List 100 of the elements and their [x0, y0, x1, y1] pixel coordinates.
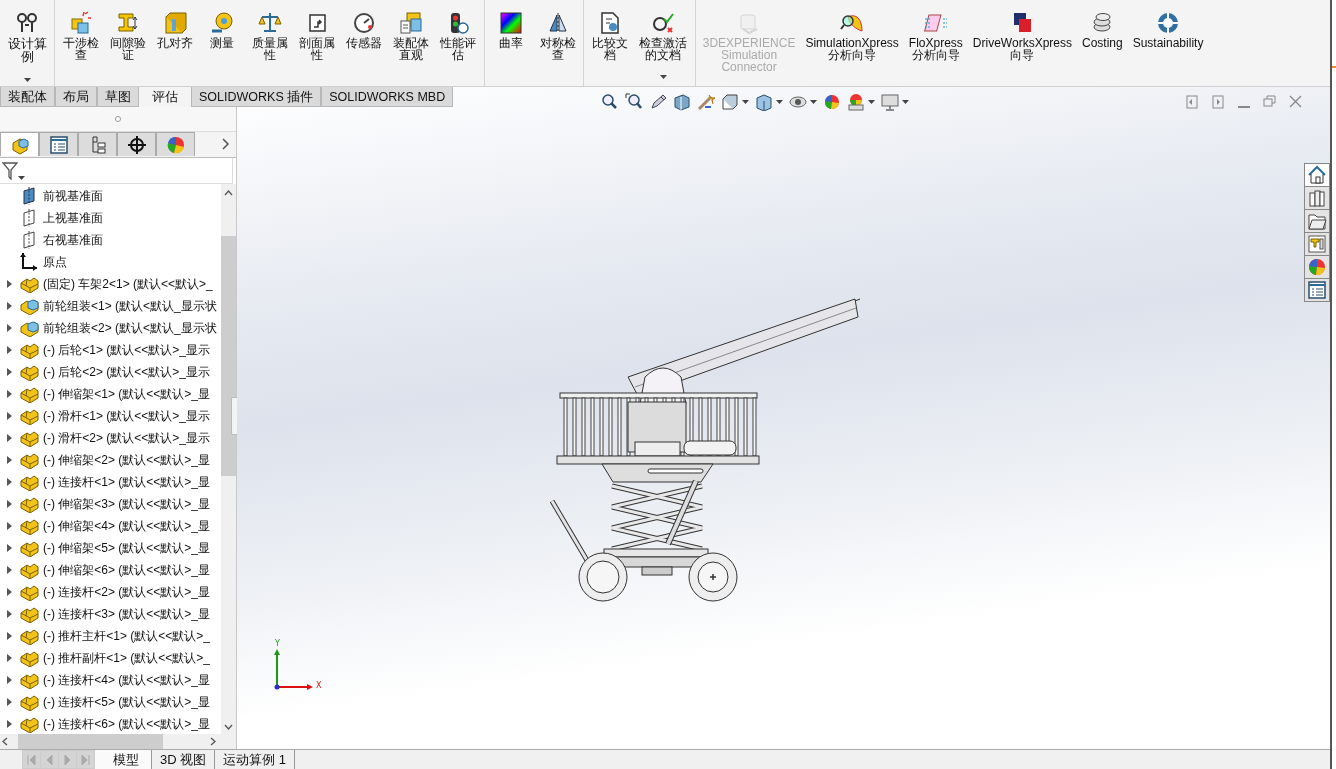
flow-button[interactable]: FloXpress分析向导 — [904, 8, 967, 86]
scroll-right-icon[interactable] — [210, 737, 216, 747]
mirror-button[interactable]: 对称检查 — [535, 8, 581, 86]
expand-arrow-icon[interactable] — [6, 346, 12, 355]
color-gradient-button[interactable]: 曲率 — [488, 8, 534, 86]
filter-button[interactable] — [2, 161, 25, 180]
previous-view-button[interactable] — [1186, 95, 1199, 110]
crosshair-tab[interactable] — [117, 132, 156, 157]
books-tab[interactable] — [1304, 186, 1330, 210]
tree-item[interactable]: 右视基准面 — [0, 229, 221, 252]
expand-arrow-icon[interactable] — [6, 368, 12, 377]
list-tab[interactable] — [39, 132, 78, 157]
traffic-light-button[interactable]: 性能评估 — [435, 8, 481, 86]
expand-arrow-icon[interactable] — [6, 544, 12, 553]
coins-button[interactable]: Costing — [1078, 8, 1127, 86]
expand-arrow-icon[interactable] — [6, 720, 12, 729]
expand-arrow-icon[interactable] — [6, 676, 12, 685]
tree-item[interactable]: (-) 伸缩架<3> (默认<<默认>_显 — [0, 493, 221, 516]
expand-arrow-icon[interactable] — [6, 478, 12, 487]
tape-measure-button[interactable]: 测量 — [199, 8, 246, 86]
expand-arrow-icon[interactable] — [6, 610, 12, 619]
palette-tab[interactable] — [1304, 232, 1330, 256]
tree-item[interactable]: (-) 连接杆<3> (默认<<默认>_显 — [0, 603, 221, 626]
expand-arrow-icon[interactable] — [6, 324, 12, 333]
scrollbar-thumb[interactable] — [18, 734, 163, 750]
scroll-down-icon[interactable] — [224, 724, 233, 731]
tree-item[interactable]: (-) 推杆副杆<1> (默认<<默认>_ — [0, 647, 221, 670]
tree-item[interactable]: 上视基准面 — [0, 207, 221, 230]
grip-dot-icon[interactable] — [115, 116, 121, 123]
recycle-button[interactable]: Sustainability — [1128, 8, 1208, 86]
gauge-button[interactable]: 传感器 — [341, 8, 387, 86]
command-tab[interactable]: 布局 — [55, 87, 97, 108]
sheet-tab[interactable]: 运动算例 1 — [215, 750, 296, 769]
tree-item[interactable]: 前轮组装<2> (默认<默认_显示状 — [0, 317, 221, 340]
view-cube-button[interactable] — [721, 93, 749, 112]
expand-arrow-icon[interactable] — [6, 302, 12, 311]
pins-button[interactable]: 设计算例 — [3, 8, 52, 86]
pencil-button[interactable] — [649, 93, 667, 112]
next-view-button[interactable] — [1212, 95, 1225, 110]
expand-arrow-icon[interactable] — [6, 434, 12, 443]
tree-item[interactable]: (-) 滑杆<1> (默认<<默认>_显示 — [0, 405, 221, 428]
list-tab[interactable] — [1304, 278, 1330, 303]
tree-item[interactable]: (-) 连接杆<1> (默认<<默认>_显 — [0, 471, 221, 494]
expand-arrow-icon[interactable] — [6, 390, 12, 399]
color-ball-tab[interactable] — [1304, 255, 1330, 279]
tree-item[interactable]: (-) 推杆主杆<1> (默认<<默认>_ — [0, 625, 221, 648]
monitor-button[interactable] — [881, 93, 909, 112]
tree-item[interactable]: (-) 后轮<1> (默认<<默认>_显示 — [0, 339, 221, 362]
command-tab[interactable]: SOLIDWORKS 插件 — [191, 87, 322, 108]
tree-item[interactable]: 前视基准面 — [0, 185, 221, 208]
block-button[interactable]: 孔对齐 — [152, 8, 198, 86]
command-tab[interactable]: 装配体 — [0, 87, 55, 108]
beam-button[interactable]: 间隙验证 — [105, 8, 151, 86]
magnifier-button[interactable]: SimulationXpress分析向导 — [801, 8, 903, 86]
section-button[interactable]: 剖面属性 — [294, 8, 340, 86]
tree-item[interactable]: (-) 连接杆<4> (默认<<默认>_显 — [0, 669, 221, 692]
cubes-button[interactable]: 干涉检查 — [58, 8, 104, 86]
tree-item[interactable]: (-) 伸缩架<2> (默认<<默认>_显 — [0, 449, 221, 472]
wand-button[interactable] — [697, 93, 715, 112]
command-tab[interactable]: 草图 — [97, 87, 139, 108]
tree-item[interactable]: 原点 — [0, 251, 221, 274]
expand-arrow-icon[interactable] — [6, 280, 12, 289]
tree-item[interactable]: (-) 连接杆<5> (默认<<默认>_显 — [0, 691, 221, 714]
expand-arrow-icon[interactable] — [6, 654, 12, 663]
color-ball-tab[interactable] — [156, 132, 195, 157]
scroll-left-icon[interactable] — [2, 737, 8, 747]
expand-arrow-icon[interactable] — [6, 566, 12, 575]
tree-item[interactable]: (-) 伸缩架<6> (默认<<默认>_显 — [0, 559, 221, 582]
tree-item[interactable]: (-) 伸缩架<4> (默认<<默认>_显 — [0, 515, 221, 538]
document-button[interactable]: 比较文档 — [587, 8, 633, 86]
close-button[interactable] — [1289, 95, 1302, 110]
expand-arrow-icon[interactable] — [6, 588, 12, 597]
expand-arrow-icon[interactable] — [6, 632, 12, 641]
sheet-tab[interactable]: 模型 — [95, 750, 152, 769]
color-ball-button[interactable] — [823, 93, 841, 112]
sheet-tab[interactable]: 3D 视图 — [152, 750, 216, 769]
command-tab[interactable]: SOLIDWORKS MBD — [321, 87, 454, 108]
folder-tab[interactable] — [1304, 209, 1330, 233]
box-button[interactable] — [755, 93, 783, 112]
cube-chart-button[interactable]: 装配体直观 — [388, 8, 434, 86]
expand-arrow-icon[interactable] — [6, 412, 12, 421]
tree-item[interactable]: (-) 连接杆<6> (默认<<默认>_显 — [0, 713, 221, 735]
check-button[interactable]: 检查激活的文档 — [634, 8, 692, 86]
scrollbar-thumb[interactable] — [221, 236, 236, 477]
scroll-up-icon[interactable] — [224, 190, 233, 197]
tree-item[interactable]: (-) 连接杆<2> (默认<<默认>_显 — [0, 581, 221, 604]
section-view-button[interactable] — [673, 93, 691, 112]
expand-arrow-icon[interactable] — [6, 500, 12, 509]
squares-button[interactable]: DriveWorksXpress向导 — [968, 8, 1076, 86]
tree-item[interactable]: (-) 滑杆<2> (默认<<默认>_显示 — [0, 427, 221, 450]
scale-button[interactable]: 质量属性 — [247, 8, 293, 86]
tree-item[interactable]: (-) 后轮<2> (默认<<默认>_显示 — [0, 361, 221, 384]
cube-tab[interactable] — [0, 132, 39, 157]
tree-item[interactable]: (-) 伸缩架<5> (默认<<默认>_显 — [0, 537, 221, 560]
expand-arrow-icon[interactable] — [6, 698, 12, 707]
home-tab[interactable] — [1304, 163, 1330, 187]
tree-item[interactable]: 前轮组装<1> (默认<默认_显示状 — [0, 295, 221, 318]
tree-item[interactable]: (固定) 车架2<1> (默认<<默认>_ — [0, 273, 221, 296]
expand-arrow-icon[interactable] — [6, 456, 12, 465]
expand-arrow-icon[interactable] — [6, 522, 12, 531]
